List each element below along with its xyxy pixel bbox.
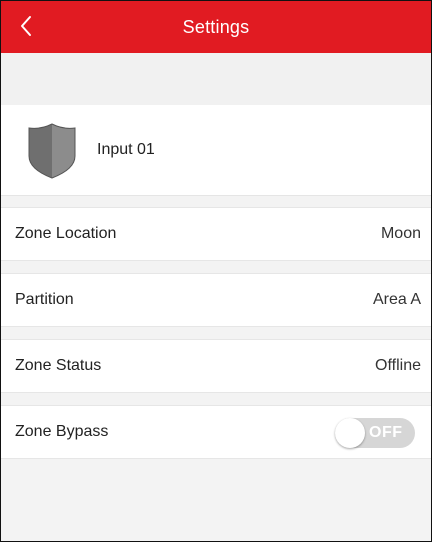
zone-location-label: Zone Location xyxy=(15,225,117,242)
zone-status-row: Zone Status Offline xyxy=(1,339,431,393)
partition-label: Partition xyxy=(15,291,74,308)
toggle-state-label: OFF xyxy=(369,424,403,441)
shield-icon xyxy=(28,123,76,179)
zone-bypass-label: Zone Bypass xyxy=(15,423,109,440)
toggle-knob xyxy=(335,418,365,448)
zone-status-label: Zone Status xyxy=(15,357,102,374)
zone-location-value: Moon xyxy=(380,225,421,242)
zone-location-row[interactable]: Zone Location Moon xyxy=(1,207,431,261)
device-name: Input 01 xyxy=(97,141,155,158)
partition-value: Area A xyxy=(372,291,421,308)
zone-status-value: Offline xyxy=(375,357,421,374)
section-spacer xyxy=(1,53,431,106)
device-row: Input 01 xyxy=(1,105,431,196)
zone-bypass-row: Zone Bypass OFF xyxy=(1,405,431,459)
partition-row[interactable]: Partition Area A xyxy=(1,273,431,327)
page-title: Settings xyxy=(182,16,250,37)
app-frame: Settings Input 01 Zone Location Moon Par… xyxy=(0,0,432,542)
zone-bypass-toggle[interactable]: OFF xyxy=(335,418,415,448)
header-bar: Settings xyxy=(1,1,431,53)
